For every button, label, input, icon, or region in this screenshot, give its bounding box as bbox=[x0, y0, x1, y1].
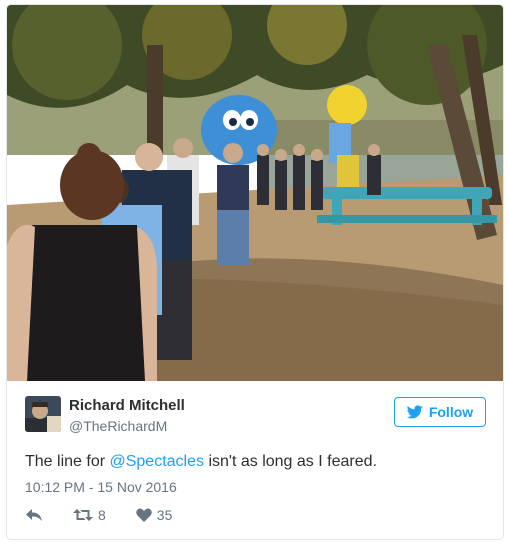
tweet-timestamp[interactable]: 10:12 PM - 15 Nov 2016 bbox=[25, 479, 177, 495]
reply-button[interactable] bbox=[25, 508, 43, 522]
tweet-text: The line for @Spectacles isn't as long a… bbox=[25, 453, 377, 471]
tweet-text-suffix: isn't as long as I feared. bbox=[204, 453, 377, 470]
retweet-button[interactable]: 8 bbox=[73, 507, 106, 523]
retweet-count: 8 bbox=[98, 507, 106, 523]
profile-photo-icon bbox=[25, 396, 61, 432]
tweet-actions: 8 35 bbox=[25, 505, 202, 525]
reply-icon bbox=[26, 509, 42, 521]
photo-scene bbox=[7, 5, 503, 381]
tweet-text-prefix: The line for bbox=[25, 453, 110, 470]
author-handle[interactable]: @TheRichardM bbox=[69, 418, 167, 434]
follow-button[interactable]: Follow bbox=[394, 397, 486, 427]
author-name[interactable]: Richard Mitchell bbox=[69, 397, 185, 414]
tweet-photo[interactable] bbox=[7, 5, 503, 381]
tweet-card: Richard Mitchell @TheRichardM Follow The… bbox=[6, 4, 504, 540]
mention-link[interactable]: @Spectacles bbox=[109, 453, 204, 470]
follow-label: Follow bbox=[428, 404, 474, 420]
like-count: 35 bbox=[156, 507, 173, 523]
retweet-icon bbox=[73, 509, 93, 521]
like-button[interactable]: 35 bbox=[136, 507, 173, 523]
heart-icon bbox=[136, 508, 152, 522]
twitter-bird-icon bbox=[406, 405, 423, 419]
avatar[interactable] bbox=[25, 396, 61, 432]
